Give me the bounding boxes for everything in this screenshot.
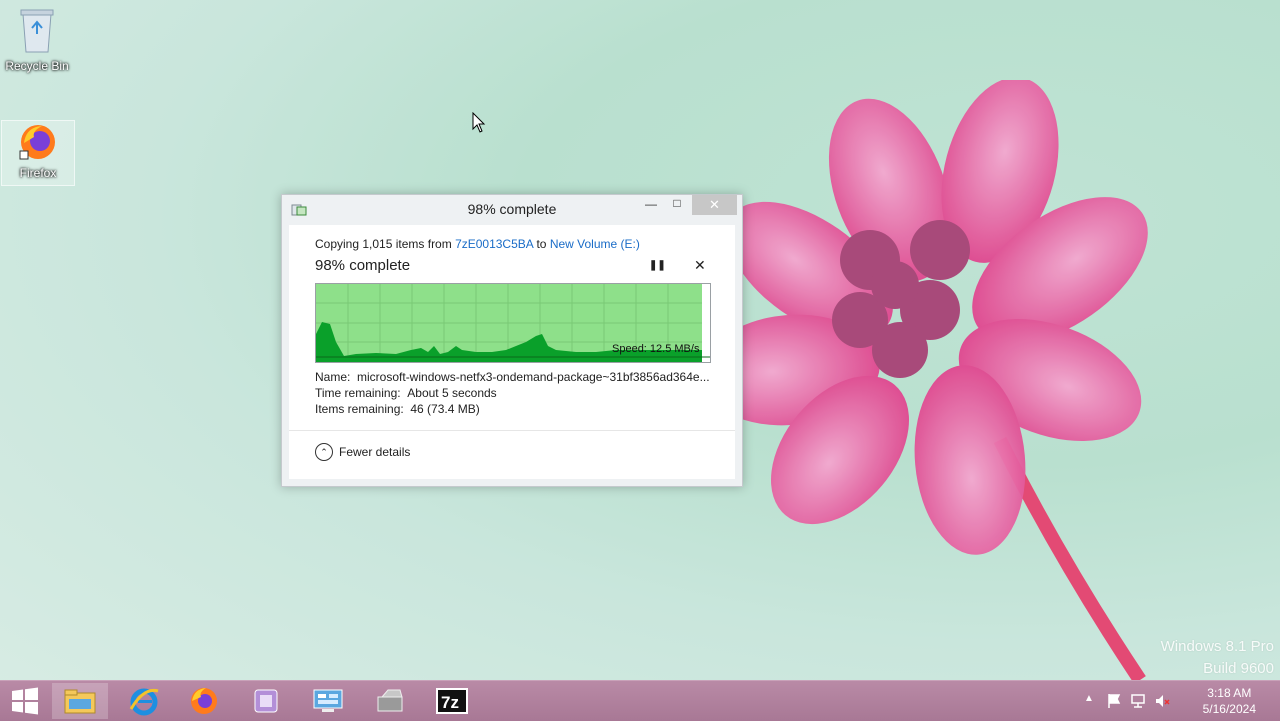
file-name-value: microsoft-windows-netfx3-ondemand-packag… bbox=[357, 370, 710, 384]
app-icon bbox=[254, 689, 278, 713]
show-hidden-icons-icon[interactable]: ▲ bbox=[1084, 693, 1094, 704]
desktop-icon-recycle-bin[interactable]: Recycle Bin bbox=[1, 6, 73, 73]
wallpaper-flower bbox=[700, 80, 1148, 680]
internet-explorer-icon bbox=[129, 688, 159, 716]
chevron-up-icon: ⌃ bbox=[315, 443, 333, 461]
taskbar-7zip[interactable]: 7z bbox=[424, 683, 480, 719]
mouse-cursor-icon bbox=[472, 112, 486, 133]
transfer-speed-graph: Speed: 12.5 MB/s bbox=[315, 283, 711, 363]
network-icon[interactable] bbox=[1130, 693, 1146, 709]
dialog-body: Copying 1,015 items from 7zE0013C5BA to … bbox=[289, 225, 735, 479]
start-button[interactable] bbox=[0, 683, 50, 719]
minimize-button[interactable]: — bbox=[638, 197, 664, 217]
time-remaining-row: Time remaining: About 5 seconds bbox=[315, 386, 497, 400]
clock-time: 3:18 AM bbox=[1207, 686, 1252, 700]
recycle-bin-icon bbox=[20, 9, 54, 53]
taskbar: 7z ▲ 3:18 AM 5/16/2024 bbox=[0, 680, 1280, 721]
system-tray: ▲ 3:18 AM 5/16/2024 bbox=[1080, 681, 1280, 721]
copy-details: Name: microsoft-windows-netfx3-ondemand-… bbox=[315, 369, 710, 417]
taskbar-installer[interactable] bbox=[362, 683, 418, 719]
taskbar-control-panel[interactable] bbox=[300, 683, 356, 719]
maximize-button[interactable]: □ bbox=[664, 196, 690, 216]
desktop-icon-label: Recycle Bin bbox=[5, 59, 69, 73]
os-watermark: Windows 8.1 Pro Build 9600 bbox=[1160, 638, 1274, 677]
fewer-details-button[interactable]: ⌃ Fewer details bbox=[315, 443, 410, 461]
7zip-icon: 7z bbox=[436, 688, 468, 714]
taskbar-firefox[interactable] bbox=[176, 683, 232, 719]
name-row: Name: microsoft-windows-netfx3-ondemand-… bbox=[315, 370, 710, 384]
volume-muted-icon[interactable] bbox=[1154, 693, 1170, 709]
clock[interactable]: 3:18 AM 5/16/2024 bbox=[1203, 685, 1256, 717]
copy-progress-dialog: 98% complete — □ ✕ Copying 1,015 items f… bbox=[281, 194, 743, 487]
taskbar-internet-explorer[interactable] bbox=[116, 683, 172, 719]
pause-button[interactable]: ❚❚ bbox=[649, 260, 666, 271]
source-link[interactable]: 7zE0013C5BA bbox=[455, 237, 533, 251]
action-center-flag-icon[interactable] bbox=[1106, 693, 1122, 709]
clock-date: 5/16/2024 bbox=[1202, 702, 1256, 716]
installer-icon bbox=[377, 689, 403, 712]
cancel-button[interactable]: ✕ bbox=[694, 257, 706, 274]
items-remaining-row: Items remaining: 46 (73.4 MB) bbox=[315, 402, 480, 416]
desktop-icon-label: Firefox bbox=[19, 166, 57, 180]
destination-link[interactable]: New Volume (E:) bbox=[550, 237, 640, 251]
file-explorer-icon bbox=[64, 689, 96, 714]
taskbar-file-explorer[interactable] bbox=[52, 683, 108, 719]
divider bbox=[289, 430, 735, 431]
control-panel-icon bbox=[313, 689, 343, 712]
firefox-icon bbox=[191, 688, 217, 714]
taskbar-app[interactable] bbox=[238, 683, 294, 719]
close-button[interactable]: ✕ bbox=[692, 195, 737, 215]
copy-summary: Copying 1,015 items from 7zE0013C5BA to … bbox=[315, 237, 640, 251]
items-remaining-value: 46 (73.4 MB) bbox=[410, 402, 480, 416]
speed-label: Speed: 12.5 MB/s bbox=[612, 343, 700, 355]
svg-text:7z: 7z bbox=[441, 693, 459, 712]
start-icon bbox=[12, 687, 38, 715]
desktop-icon-firefox[interactable]: Firefox bbox=[1, 120, 75, 186]
title-bar[interactable]: 98% complete — □ ✕ bbox=[282, 195, 742, 223]
firefox-icon bbox=[19, 125, 55, 160]
progress-status: 98% complete bbox=[315, 257, 411, 274]
time-remaining-value: About 5 seconds bbox=[407, 386, 497, 400]
